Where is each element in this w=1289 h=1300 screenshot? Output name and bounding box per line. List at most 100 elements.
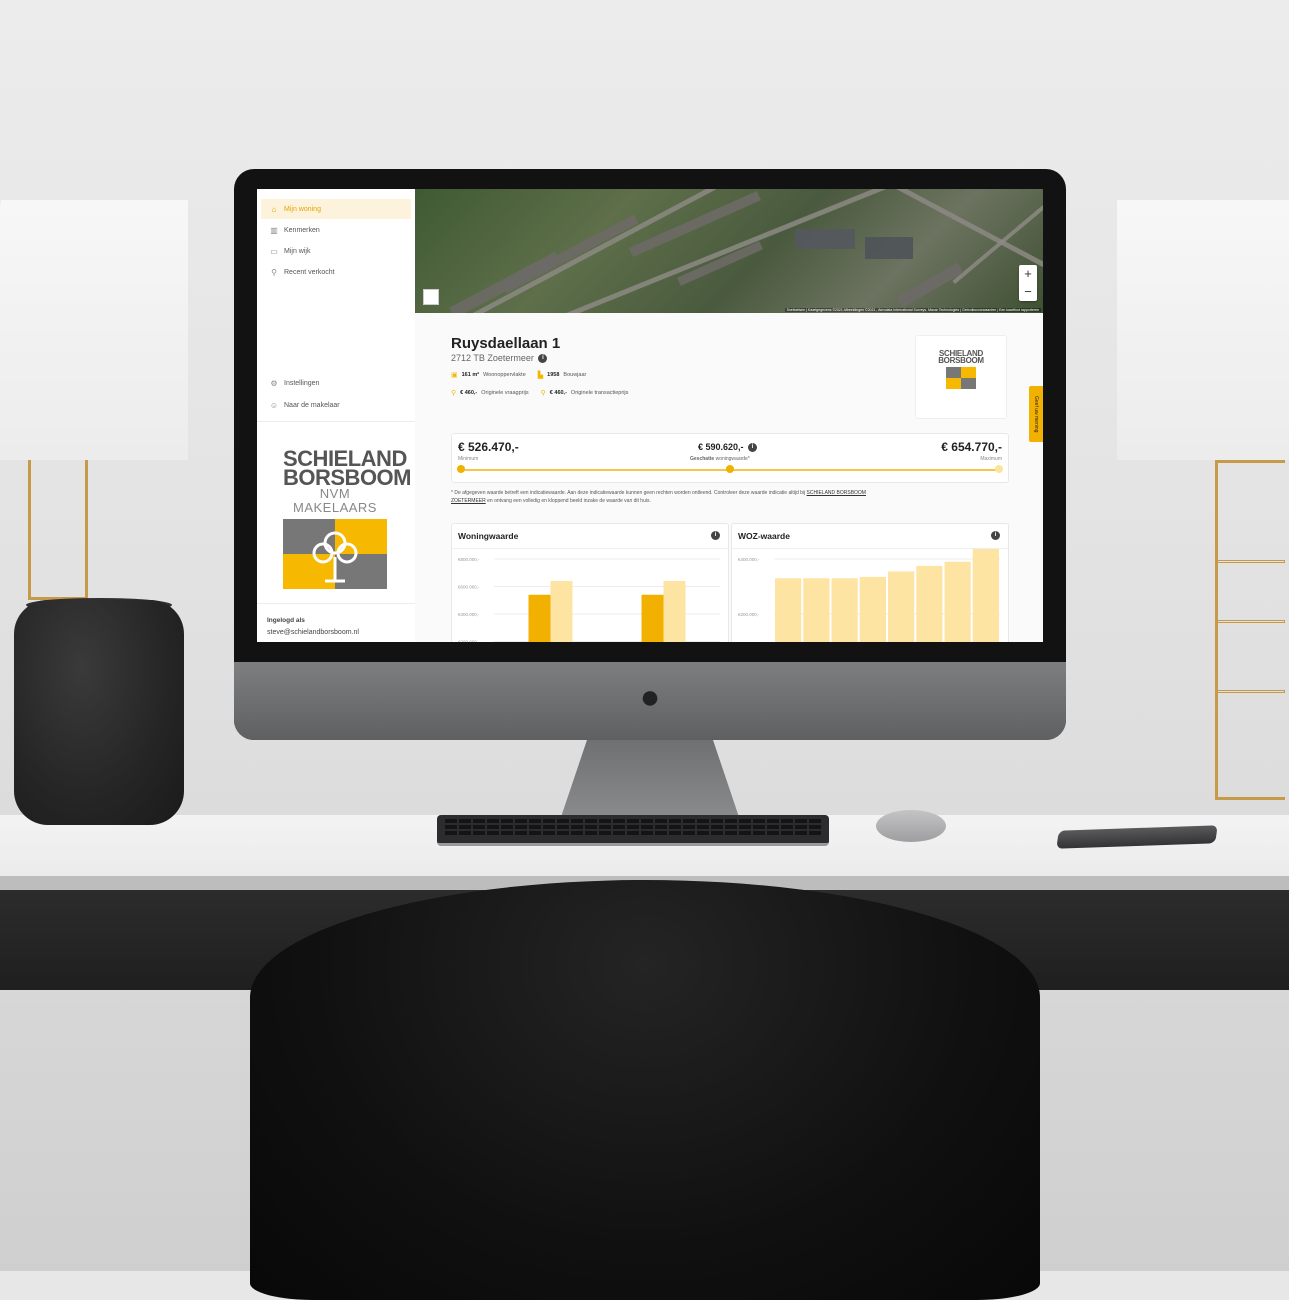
y-tick-label: €200.000,- [458, 640, 480, 643]
chart-title: Woningwaarde [458, 531, 519, 541]
sidebar: ⌂ Mijn woning ▥ Kenmerken ▭ Mijn wijk ⚲ … [257, 189, 416, 642]
imac-stand [560, 740, 740, 820]
partner-logo-card: SCHIELAND BORSBOOM [915, 335, 1007, 419]
logged-in-email: steve@schielandborsboom.nl [267, 629, 359, 636]
broker-logo: SCHIELAND BORSBOOM NVM MAKELAARS [283, 448, 412, 589]
logged-in-label: Ingelogd als [267, 617, 305, 624]
woz-chart-card: WOZ-waarde i €400.000,- €200.000,- [731, 523, 1009, 642]
feedback-tab[interactable]: Geef uw mening [1029, 386, 1043, 442]
estimate-value-text: € 590.620,- [698, 442, 744, 452]
info-icon[interactable]: i [991, 531, 1000, 540]
logo-line2: BORSBOOM [283, 465, 412, 490]
property-city-text: 2712 TB Zoetermeer [451, 353, 534, 363]
estimate-label: Geschatte woningwaarde* [690, 456, 750, 462]
sidebar-item-instellingen[interactable]: ⚙ Instellingen [261, 373, 411, 393]
bar[interactable] [641, 594, 664, 642]
feedback-label: Geef uw mening [1033, 395, 1039, 433]
sidebar-divider [257, 603, 415, 604]
sidebar-item-label: Instellingen [284, 379, 320, 387]
feature-row-price: ⚲ € 460,- Originele vraagprijs ⚲ € 460,-… [451, 389, 628, 397]
sidebar-item-mijn-wijk[interactable]: ▭ Mijn wijk [261, 241, 411, 261]
sidebar-item-mijn-woning[interactable]: ⌂ Mijn woning [261, 199, 411, 219]
valuation-range-card: € 526.470,- Minimum € 590.620,- i Gescha… [451, 433, 1009, 483]
house-icon: ⌂ [271, 204, 277, 214]
apple-logo-icon: ● [639, 678, 661, 716]
estimate-value: € 590.620,- i [698, 442, 758, 453]
transaction-label: Originele transactieprijs [570, 390, 629, 396]
zoom-out-button[interactable]: − [1019, 283, 1037, 301]
y-tick-label: €400.000,- [738, 557, 760, 562]
estimate-label-bold: Geschatte [690, 456, 715, 462]
bar[interactable] [663, 581, 686, 642]
chart-title: WOZ-waarde [738, 531, 790, 541]
ask-price-label: Originele vraagprijs [481, 390, 529, 396]
y-tick-label: €800.000,- [458, 557, 480, 562]
estimate-label-rest: woningwaarde* [715, 456, 750, 462]
logo-line3: NVM MAKELAARS [293, 486, 377, 515]
bar[interactable] [803, 578, 830, 642]
woz-chart: €400.000,- €200.000,- [738, 549, 1000, 642]
transaction-icon: ⚲ [540, 390, 546, 397]
surface-value: 161 m² [461, 372, 480, 378]
sidebar-divider [257, 421, 415, 422]
max-value: € 654.770,- [941, 440, 1002, 454]
max-label: Maximum [980, 456, 1002, 462]
bar[interactable] [528, 594, 551, 642]
sidebar-item-label: Mijn woning [284, 205, 321, 213]
aerial-map[interactable]: + − Sneltoetsen | Kaartgegevens ©2021 Af… [415, 189, 1043, 313]
disclaimer-part2: en ontvang een volledig en kloppend beel… [487, 498, 651, 504]
map-attribution[interactable]: Sneltoetsen | Kaartgegevens ©2021 Afbeel… [784, 308, 1041, 312]
y-tick-label: €400.000,- [458, 612, 480, 617]
sidebar-item-naar-de-makelaar[interactable]: ☺ Naar de makelaar [261, 395, 411, 415]
max-marker [995, 465, 1003, 473]
surface-icon: ▣ [451, 372, 458, 379]
main-content: Ruysdaellaan 1 2712 TB Zoetermeer i ▣ 16… [415, 313, 1043, 642]
build-year-icon: ▙ [537, 372, 544, 379]
bar[interactable] [831, 578, 858, 642]
person-icon: ☺ [269, 400, 279, 410]
info-icon[interactable]: i [538, 354, 548, 364]
tree-logo-icon [283, 519, 387, 589]
ask-price-value: € 460,- [460, 390, 478, 396]
sidebar-item-label: Naar de makelaar [284, 401, 340, 409]
map-type-button[interactable] [423, 289, 439, 305]
bar[interactable] [972, 549, 999, 642]
partner-tree-logo-icon [946, 367, 976, 389]
estimate-marker [726, 465, 734, 473]
bar[interactable] [888, 571, 915, 642]
bar[interactable] [944, 561, 971, 642]
transaction-value: € 460,- [549, 390, 567, 396]
zoom-in-button[interactable]: + [1019, 265, 1037, 283]
info-icon[interactable]: i [711, 531, 720, 540]
price-tag-icon: ⚲ [451, 390, 457, 397]
info-icon[interactable]: i [748, 443, 758, 453]
property-city: 2712 TB Zoetermeer i [451, 353, 548, 364]
sidebar-item-recent-verkocht[interactable]: ⚲ Recent verkocht [261, 262, 411, 282]
woningwaarde-chart-card: Woningwaarde i €800.000,- €600.000,- €400.… [451, 523, 729, 642]
surface-label: Woonoppervlakte [483, 372, 526, 378]
neighborhood-icon: ▭ [270, 246, 278, 256]
keyboard [437, 815, 829, 846]
disclaimer-text: * De afgegeven waarde betreft een indica… [451, 489, 871, 505]
bar[interactable] [775, 578, 802, 642]
sidebar-item-label: Kenmerken [284, 226, 320, 234]
bar[interactable] [916, 565, 943, 642]
gear-icon: ⚙ [270, 378, 278, 388]
feature-row-size: ▣ 161 m² Woonoppervlakte ▙ 1958 Bouwjaar [451, 371, 586, 379]
building-icon: ▥ [270, 225, 278, 235]
sold-icon: ⚲ [271, 267, 277, 277]
map-zoom-controls: + − [1019, 265, 1037, 301]
office-chair [250, 880, 1040, 1300]
min-value: € 526.470,- [458, 440, 519, 454]
smart-speaker [14, 600, 184, 825]
sidebar-item-label: Recent verkocht [284, 268, 335, 276]
bar[interactable] [550, 581, 573, 642]
y-tick-label: €200.000,- [738, 612, 760, 617]
woningwaarde-chart: €800.000,- €600.000,- €400.000,- €200.000,- [458, 557, 720, 643]
min-marker [457, 465, 465, 473]
build-year-label: Bouwjaar [563, 372, 587, 378]
y-tick-label: €600.000,- [458, 585, 480, 590]
bar[interactable] [859, 576, 886, 642]
sidebar-item-kenmerken[interactable]: ▥ Kenmerken [261, 220, 411, 240]
disclaimer-part1: * De afgegeven waarde betreft een indica… [451, 490, 806, 496]
